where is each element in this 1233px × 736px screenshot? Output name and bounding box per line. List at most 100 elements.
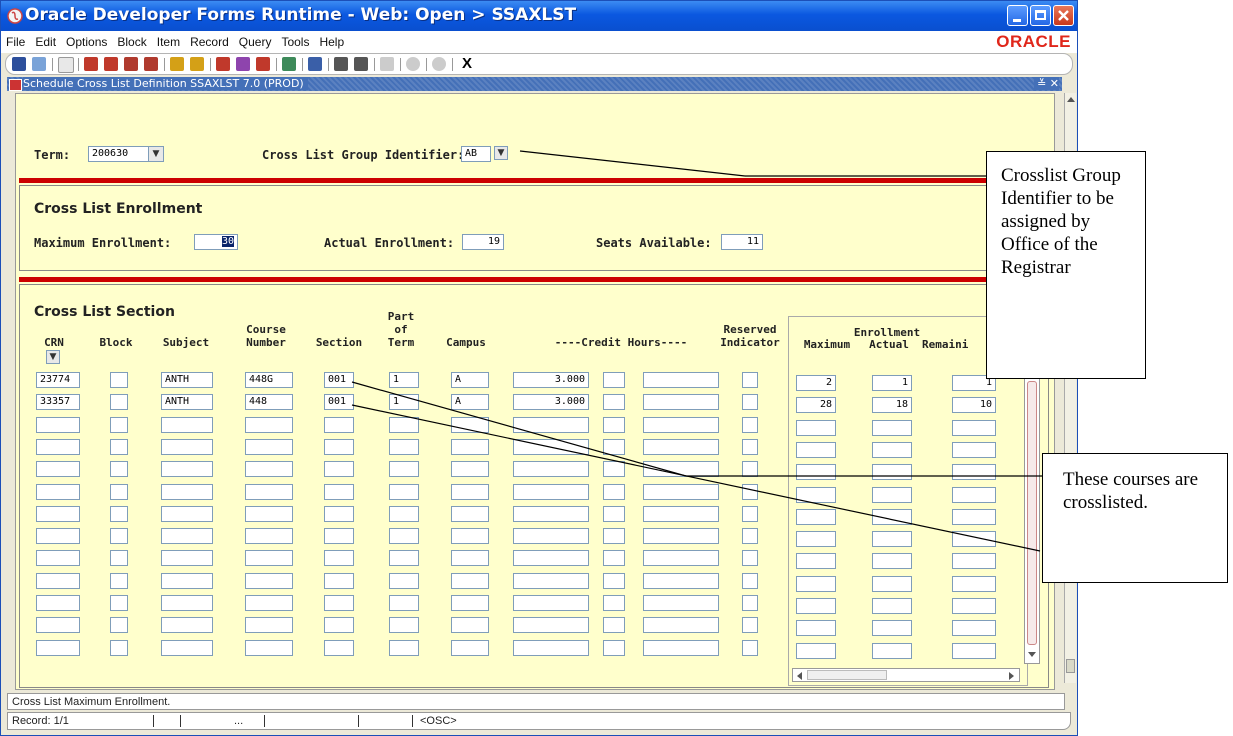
cell-cr-extra[interactable] [643, 461, 719, 478]
cell-block[interactable] [110, 572, 128, 589]
cell-course[interactable] [245, 416, 293, 433]
cell-max[interactable] [796, 620, 836, 637]
cell-part[interactable] [389, 505, 419, 522]
cell-remaining[interactable] [952, 575, 996, 592]
cell-actual[interactable] [872, 642, 912, 659]
cell-course[interactable]: 448 [245, 394, 293, 411]
cell-reserved[interactable] [742, 505, 758, 522]
cell-max[interactable] [796, 486, 836, 503]
cell-cr-extra[interactable] [643, 550, 719, 567]
cell-cr-mode[interactable] [603, 572, 625, 589]
seats-available-field[interactable]: 11 [721, 234, 763, 250]
cell-cr-extra[interactable] [643, 438, 719, 455]
cell-cr-mode[interactable] [603, 483, 625, 500]
cell-crn[interactable] [36, 550, 80, 567]
cell-subject[interactable]: ANTH [161, 372, 213, 388]
max-enrollment-field[interactable]: 30 [194, 234, 238, 250]
cell-course[interactable] [245, 617, 293, 634]
cell-course[interactable] [245, 595, 293, 611]
cell-subject[interactable] [161, 595, 213, 611]
scroll-thumb[interactable] [807, 670, 887, 680]
cell-remaining[interactable]: 10 [952, 397, 996, 414]
cell-block[interactable] [110, 438, 128, 455]
menu-item[interactable]: Item [152, 31, 185, 49]
cell-campus[interactable] [451, 617, 489, 634]
cell-crn[interactable] [36, 438, 80, 455]
cell-credit[interactable] [513, 483, 589, 500]
cell-cr-mode[interactable] [603, 595, 625, 611]
cell-subject[interactable] [161, 461, 213, 478]
cell-remaining[interactable] [952, 531, 996, 548]
cell-max[interactable] [796, 508, 836, 525]
cell-actual[interactable] [872, 598, 912, 614]
cell-course[interactable] [245, 550, 293, 567]
cell-course[interactable] [245, 572, 293, 589]
cell-remaining[interactable] [952, 553, 996, 570]
cell-credit[interactable] [513, 595, 589, 611]
cell-cr-mode[interactable] [603, 394, 625, 411]
cell-section[interactable] [324, 461, 354, 478]
crn-lookup-button[interactable]: ▼ [46, 350, 60, 364]
cell-course[interactable] [245, 461, 293, 478]
insert-record-icon[interactable] [216, 57, 230, 71]
cell-remaining[interactable] [952, 464, 996, 481]
cell-reserved[interactable] [742, 416, 758, 433]
cell-crn[interactable] [36, 617, 80, 634]
menu-query[interactable]: Query [234, 31, 277, 49]
cell-campus[interactable] [451, 528, 489, 545]
cell-campus[interactable]: A [451, 394, 489, 411]
cell-reserved[interactable] [742, 461, 758, 478]
speaker-icon[interactable] [380, 57, 394, 71]
cell-cr-extra[interactable] [643, 639, 719, 656]
cell-part[interactable] [389, 461, 419, 478]
cell-subject[interactable]: ANTH [161, 394, 213, 411]
cell-course[interactable] [245, 528, 293, 545]
cell-campus[interactable] [451, 639, 489, 656]
execute-query-icon[interactable] [190, 57, 204, 71]
cell-section[interactable] [324, 416, 354, 433]
cell-max[interactable] [796, 598, 836, 614]
cell-credit[interactable]: 3.000 [513, 372, 589, 388]
cell-reserved[interactable] [742, 617, 758, 634]
cell-actual[interactable] [872, 575, 912, 592]
cell-block[interactable] [110, 394, 128, 411]
cell-cr-mode[interactable] [603, 416, 625, 433]
cell-campus[interactable] [451, 572, 489, 589]
cell-reserved[interactable] [742, 394, 758, 411]
grid-horizontal-scrollbar[interactable] [792, 668, 1020, 682]
cell-cr-extra[interactable] [643, 528, 719, 545]
query-icon-2[interactable] [354, 57, 368, 71]
cell-campus[interactable] [451, 505, 489, 522]
cell-reserved[interactable] [742, 595, 758, 611]
cell-credit[interactable] [513, 461, 589, 478]
target-icon[interactable] [406, 57, 420, 71]
cell-part[interactable] [389, 528, 419, 545]
maximize-button[interactable] [1030, 5, 1051, 26]
cell-cr-mode[interactable] [603, 505, 625, 522]
cell-max[interactable] [796, 531, 836, 548]
cell-reserved[interactable] [742, 639, 758, 656]
cell-cr-mode[interactable] [603, 438, 625, 455]
cell-crn[interactable] [36, 505, 80, 522]
cell-actual[interactable] [872, 508, 912, 525]
previous-block-icon[interactable] [84, 57, 98, 71]
cell-course[interactable]: 448G [245, 372, 293, 388]
cell-part[interactable] [389, 595, 419, 611]
cell-part[interactable] [389, 617, 419, 634]
cell-section[interactable] [324, 639, 354, 656]
group-identifier-field[interactable]: AB [461, 146, 491, 162]
cell-crn[interactable]: 33357 [36, 394, 80, 411]
cell-campus[interactable] [451, 483, 489, 500]
term-field[interactable]: 200630 [88, 146, 156, 162]
save-icon[interactable] [12, 57, 26, 71]
cell-crn[interactable] [36, 483, 80, 500]
cell-subject[interactable] [161, 528, 213, 545]
cell-part[interactable] [389, 550, 419, 567]
query-icon-1[interactable] [334, 57, 348, 71]
cell-campus[interactable] [451, 595, 489, 611]
cell-crn[interactable] [36, 572, 80, 589]
cell-cr-extra[interactable] [643, 483, 719, 500]
cell-max[interactable]: 2 [796, 375, 836, 391]
cell-crn[interactable] [36, 461, 80, 478]
cell-actual[interactable] [872, 531, 912, 548]
